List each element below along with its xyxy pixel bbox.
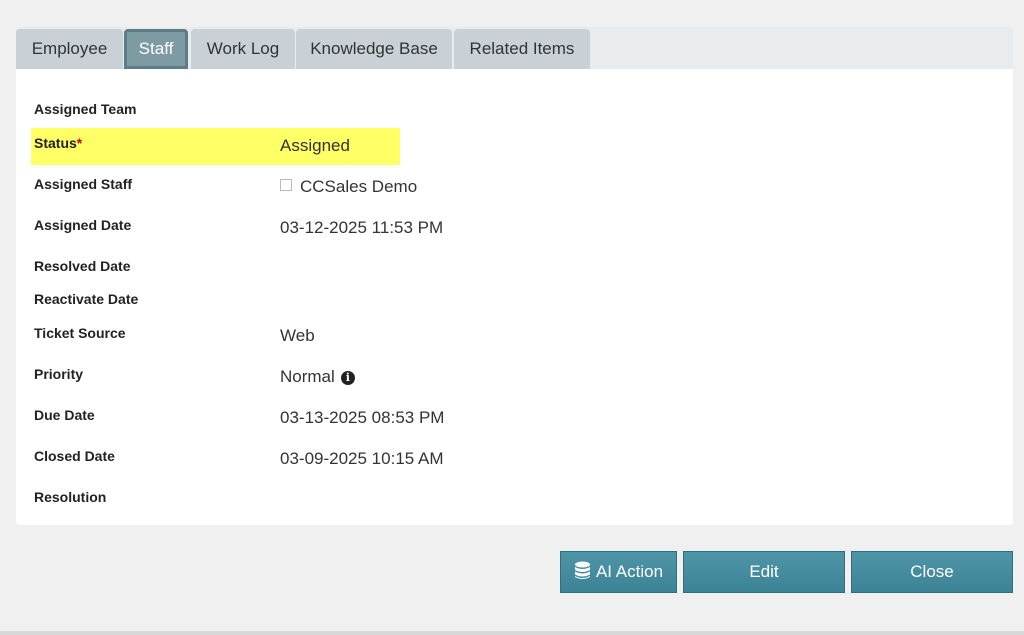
- assigned-date-label: Assigned Date: [34, 217, 132, 233]
- status-label: Status*: [34, 135, 82, 151]
- closed-date-value: 03-09-2025 10:15 AM: [280, 449, 444, 468]
- due-date-value: 03-13-2025 08:53 PM: [280, 408, 445, 427]
- ai-action-label: AI Action: [595, 562, 664, 581]
- priority-value: Normal i: [280, 367, 355, 387]
- closed-date-label: Closed Date: [34, 448, 115, 464]
- resolved-date-label: Resolved Date: [34, 258, 131, 274]
- tab-staff[interactable]: Staff: [124, 29, 188, 69]
- assigned-staff-name: CCSales Demo: [300, 177, 418, 196]
- priority-text: Normal: [280, 367, 335, 386]
- tab-work-log[interactable]: Work Log: [191, 29, 295, 69]
- tab-related-items[interactable]: Related Items: [454, 29, 590, 69]
- required-marker: *: [76, 135, 83, 151]
- ticket-source-label: Ticket Source: [34, 325, 126, 341]
- due-date-label: Due Date: [34, 407, 95, 423]
- staff-details-page: Employee Staff Work Log Knowledge Base R…: [0, 0, 1024, 635]
- edit-button[interactable]: Edit: [683, 551, 845, 593]
- assigned-date-value: 03-12-2025 11:53 PM: [280, 218, 444, 237]
- tab-employee[interactable]: Employee: [16, 29, 123, 69]
- bottom-divider: [0, 631, 1024, 635]
- ai-action-button[interactable]: AI Action: [560, 551, 677, 593]
- staff-checkbox[interactable]: [280, 179, 292, 191]
- tab-bar: Employee Staff Work Log Knowledge Base R…: [16, 27, 1013, 69]
- reactivate-date-label: Reactivate Date: [34, 291, 139, 307]
- ticket-source-value: Web: [280, 326, 315, 345]
- status-label-text: Status: [34, 135, 77, 151]
- status-value: Assigned: [280, 136, 350, 155]
- tab-knowledge-base[interactable]: Knowledge Base: [296, 29, 452, 69]
- close-button[interactable]: Close: [851, 551, 1013, 593]
- assigned-staff-value: CCSales Demo: [280, 177, 417, 197]
- assigned-team-label: Assigned Team: [34, 101, 137, 117]
- info-circle-icon[interactable]: i: [340, 371, 355, 385]
- assigned-staff-label: Assigned Staff: [34, 176, 133, 192]
- resolution-label: Resolution: [34, 489, 107, 505]
- database-icon: [574, 555, 591, 595]
- priority-label: Priority: [34, 366, 84, 382]
